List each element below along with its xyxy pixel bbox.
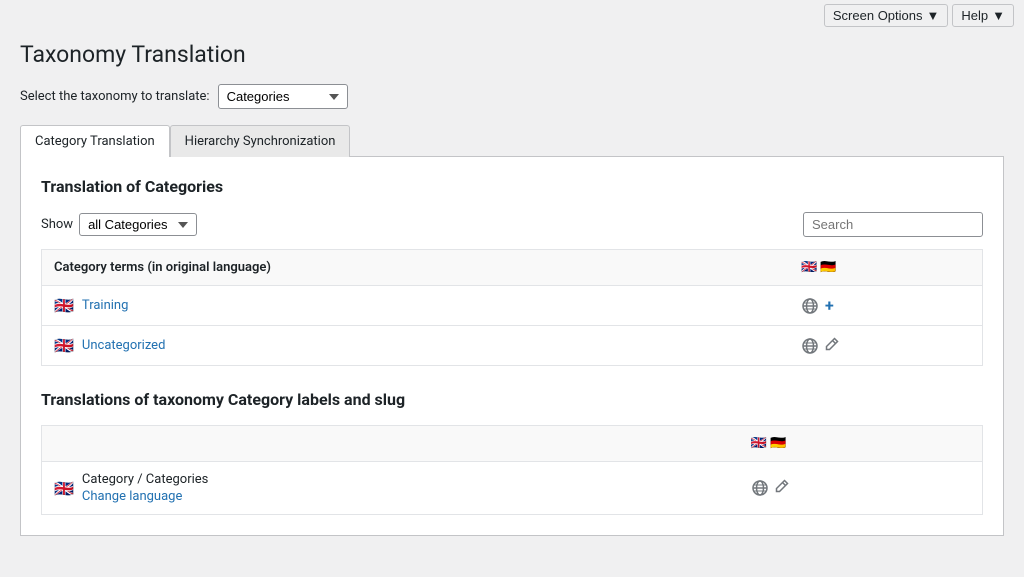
edit-icon-uncategorized[interactable] <box>825 337 839 355</box>
table-cell-actions-uncategorized <box>789 326 983 366</box>
labels-section-title: Translations of taxonomy Category labels… <box>41 390 983 409</box>
labels-table-cell-actions <box>739 462 983 515</box>
taxonomy-select[interactable]: Categories Tags Post Formats <box>218 84 348 109</box>
tab-hierarchy-synchronization-label: Hierarchy Synchronization <box>185 134 336 149</box>
globe-icon-training <box>801 297 819 315</box>
help-button[interactable]: Help ▼ <box>952 4 1014 27</box>
change-language-link[interactable]: Change language <box>82 489 208 504</box>
top-bar: Screen Options ▼ Help ▼ <box>0 0 1024 31</box>
page-title: Taxonomy Translation <box>20 41 1004 68</box>
labels-table-col1-header <box>42 426 739 462</box>
row-link-uncategorized[interactable]: Uncategorized <box>82 338 165 353</box>
search-input[interactable] <box>803 212 983 237</box>
screen-options-chevron: ▼ <box>927 8 940 23</box>
table-row: 🇬🇧 Category / Categories Change language <box>42 462 983 515</box>
table-cell-name: 🇬🇧 Uncategorized <box>42 326 790 366</box>
labels-table-cell-name: 🇬🇧 Category / Categories Change language <box>42 462 739 515</box>
tab-category-translation-label: Category Translation <box>35 134 155 149</box>
globe-icon-labels <box>751 479 769 497</box>
translation-section-title: Translation of Categories <box>41 177 983 196</box>
main-content: Translation of Categories Show all Categ… <box>20 157 1004 536</box>
taxonomy-selector-row: Select the taxonomy to translate: Catego… <box>20 84 1004 109</box>
filter-left: Show all Categories Uncategorized Traini… <box>41 213 197 236</box>
filter-row: Show all Categories Uncategorized Traini… <box>41 212 983 237</box>
labels-table-header-row: 🇬🇧 🇩🇪 <box>42 426 983 462</box>
translation-table-header-row: Category terms (in original language) 🇬🇧… <box>42 250 983 286</box>
edit-icon-labels[interactable] <box>775 479 789 497</box>
page-wrapper: Taxonomy Translation Select the taxonomy… <box>0 31 1024 556</box>
plus-icon-training[interactable]: + <box>825 296 834 315</box>
labels-section: Translations of taxonomy Category labels… <box>41 390 983 515</box>
tabs-container: Category Translation Hierarchy Synchroni… <box>20 125 1004 157</box>
labels-table: 🇬🇧 🇩🇪 🇬🇧 Category / Categories Change la… <box>41 425 983 515</box>
row-link-training[interactable]: Training <box>82 298 128 313</box>
labels-row-name: Category / Categories <box>82 472 208 487</box>
flag-icons-header: 🇬🇧 🇩🇪 <box>801 260 837 275</box>
table-cell-actions-training: + <box>789 286 983 326</box>
translation-table-col2-header: 🇬🇧 🇩🇪 <box>789 250 983 286</box>
row-flag-uncategorized: 🇬🇧 <box>54 336 74 355</box>
screen-options-label: Screen Options <box>833 8 923 23</box>
taxonomy-selector-label: Select the taxonomy to translate: <box>20 89 210 104</box>
tab-category-translation[interactable]: Category Translation <box>20 125 170 157</box>
labels-flag-icons-header: 🇬🇧 🇩🇪 <box>751 436 787 451</box>
globe-icon-uncategorized <box>801 337 819 355</box>
screen-options-button[interactable]: Screen Options ▼ <box>824 4 948 27</box>
table-row: 🇬🇧 Uncategorized <box>42 326 983 366</box>
help-label: Help <box>961 8 988 23</box>
table-row: 🇬🇧 Training <box>42 286 983 326</box>
labels-row-flag: 🇬🇧 <box>54 479 74 498</box>
show-label: Show <box>41 217 73 232</box>
labels-table-col2-header: 🇬🇧 🇩🇪 <box>739 426 983 462</box>
translation-section: Translation of Categories Show all Categ… <box>41 177 983 366</box>
tab-hierarchy-synchronization[interactable]: Hierarchy Synchronization <box>170 125 351 157</box>
table-cell-name: 🇬🇧 Training <box>42 286 790 326</box>
translation-table: Category terms (in original language) 🇬🇧… <box>41 249 983 366</box>
help-chevron: ▼ <box>992 8 1005 23</box>
translation-table-col1-header: Category terms (in original language) <box>42 250 790 286</box>
row-flag-training: 🇬🇧 <box>54 296 74 315</box>
filter-select[interactable]: all Categories Uncategorized Training <box>79 213 197 236</box>
